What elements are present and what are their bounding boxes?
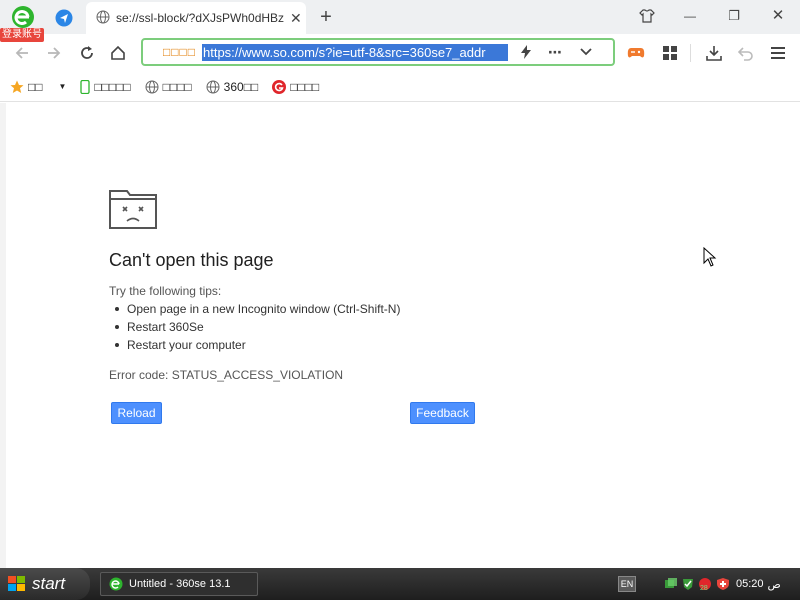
caret-down-icon[interactable]: ▼ [59,82,67,91]
tab-active[interactable]: se://ssl-block/?dXJsPWh0dHBzOi8v ✕ [86,2,306,34]
refresh-icon[interactable] [77,43,97,63]
shield-check-icon[interactable] [681,577,695,591]
address-prefix: □□□□ [163,45,196,59]
list-item: Restart your computer [109,336,400,354]
start-button[interactable]: start [0,568,90,600]
globe-icon [96,10,110,27]
list-item: Restart 360Se [109,318,400,336]
bookmark-site-360[interactable]: 360□□ [206,80,258,94]
more-icon[interactable]: ⋯ [548,44,562,61]
lightning-icon[interactable] [520,45,532,59]
new-tab-button[interactable]: + [316,6,336,28]
maximize-button[interactable]: ❐ [724,6,744,26]
360-browser-logo-icon[interactable] [10,4,36,30]
toolbar-divider [690,44,691,62]
clock-time[interactable]: 05:20 [736,578,764,590]
undo-icon[interactable] [736,43,756,63]
taskbar: start Untitled - 360se 13.1 EN 28 05:20 … [0,568,800,600]
security-shield-icon[interactable] [716,577,730,591]
sad-folder-icon [109,187,157,232]
clock-ampm: ص [767,578,781,591]
minimize-button[interactable]: — [680,6,700,26]
apps-grid-icon[interactable] [660,43,680,63]
list-item: Open page in a new Incognito window (Ctr… [109,300,400,318]
tray-badge: 28 [700,585,708,592]
bookmark-site-g[interactable]: □□□□ [272,79,319,94]
tips-list: Open page in a new Incognito window (Ctr… [109,300,400,354]
language-indicator[interactable]: EN [618,576,636,592]
address-bar[interactable]: □□□□ https://www.so.com/s?ie=utf-8&src=3… [141,38,615,66]
navigation-toolbar: □□□□ https://www.so.com/s?ie=utf-8&src=3… [0,34,800,72]
network-icon[interactable] [664,577,678,591]
bookmarks-bar: □□ ▼ □□□□□ □□□□ 360□□ □□□□ [0,72,800,102]
windows-logo-icon [8,576,26,592]
taskbar-item-360se[interactable]: Untitled - 360se 13.1 [100,572,258,596]
tips-heading: Try the following tips: [109,284,222,298]
close-window-button[interactable]: ✕ [768,5,788,25]
tab-close-icon[interactable]: ✕ [290,10,302,27]
send-icon[interactable] [54,8,74,28]
bookmark-site-1[interactable]: □□□□ [145,80,192,94]
login-badge[interactable]: 登录账号 [0,28,44,42]
bookmark-mobile[interactable]: □□□□□ [80,79,131,94]
mouse-cursor-icon [703,246,717,270]
g-logo-icon [272,79,287,94]
url-text[interactable]: https://www.so.com/s?ie=utf-8&src=360se7… [202,43,508,61]
chevron-down-icon[interactable] [580,48,592,56]
phone-icon [80,79,91,94]
reload-button[interactable]: Reload [111,402,162,424]
globe-icon [206,80,220,94]
home-icon[interactable] [108,43,128,63]
system-tray: EN 28 05:20 ص [612,568,800,600]
page-content: Can't open this page Try the following t… [0,103,800,568]
forward-icon[interactable] [44,43,64,63]
tab-bar: 登录账号 se://ssl-block/?dXJsPWh0dHBzOi8v ✕ … [0,0,800,42]
star-icon [10,80,24,94]
360-security-icon[interactable]: 28 [698,577,712,592]
menu-icon[interactable] [768,43,788,63]
360-browser-logo-icon [109,577,123,591]
tab-title: se://ssl-block/?dXJsPWh0dHBzOi8v [116,11,284,25]
error-title: Can't open this page [109,250,274,270]
gamepad-icon[interactable] [626,43,646,63]
back-icon[interactable] [12,43,32,63]
error-code: Error code: STATUS_ACCESS_VIOLATION [109,368,344,382]
feedback-button[interactable]: Feedback [410,402,475,424]
shirt-icon[interactable] [637,6,657,26]
download-icon[interactable] [704,43,724,63]
globe-icon [145,80,159,94]
bookmark-favorites[interactable]: □□ ▼ [10,80,66,94]
